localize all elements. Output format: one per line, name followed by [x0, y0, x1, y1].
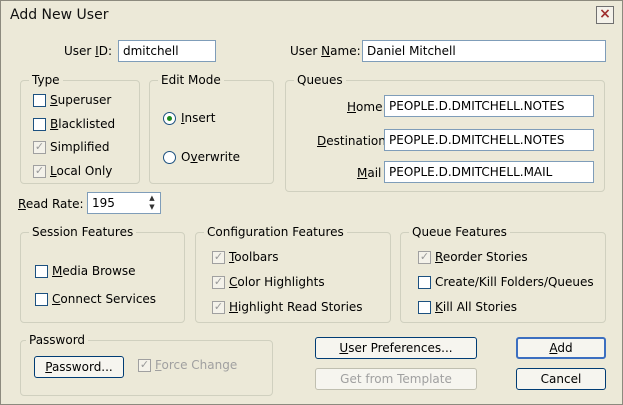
- queues-group-title: Queues: [294, 73, 346, 87]
- configuration-features-title: Configuration Features: [204, 225, 347, 239]
- read-rate-label: Read Rate:: [18, 197, 84, 211]
- dialog-content: User ID: dmitchell User Name: Daniel Mit…: [1, 31, 622, 404]
- title-bar[interactable]: Add New User ×: [1, 1, 622, 31]
- home-label: Home: [347, 100, 383, 114]
- user-id-label: User ID:: [64, 44, 113, 58]
- queues-group: Queues Home PEOPLE.D.DMITCHELL.NOTES Des…: [285, 73, 605, 192]
- media-browse-label: Media Browse: [52, 264, 136, 278]
- destination-label: Destination: [317, 134, 386, 148]
- simplified-checkbox[interactable]: ✓ Simplified: [33, 140, 109, 154]
- reorder-stories-label: Reorder Stories: [435, 250, 528, 264]
- radio-selected-icon: [163, 111, 176, 125]
- checkbox-box: [33, 93, 46, 107]
- superuser-checkbox[interactable]: Superuser: [33, 93, 111, 107]
- close-icon: ×: [599, 6, 611, 22]
- read-rate-value: 195: [92, 196, 115, 210]
- home-queue-input[interactable]: PEOPLE.D.DMITCHELL.NOTES: [384, 95, 594, 117]
- close-button[interactable]: ×: [596, 6, 614, 24]
- user-preferences-button[interactable]: User Preferences...: [315, 337, 477, 359]
- checkmark-icon: ✓: [212, 274, 225, 289]
- mail-queue-input[interactable]: PEOPLE.D.DMITCHELL.MAIL: [384, 161, 594, 183]
- destination-queue-input[interactable]: PEOPLE.D.DMITCHELL.NOTES: [384, 129, 594, 151]
- radio-unselected-icon: [163, 150, 176, 164]
- checkbox-box: [35, 292, 48, 306]
- add-button[interactable]: Add: [516, 337, 606, 359]
- checkmark-icon: ✓: [138, 357, 151, 372]
- create-kill-folders-label: Create/Kill Folders/Queues: [435, 275, 594, 289]
- create-kill-folders-checkbox[interactable]: Create/Kill Folders/Queues: [418, 275, 594, 289]
- highlight-read-stories-checkbox[interactable]: ✓ Highlight Read Stories: [212, 300, 363, 314]
- kill-all-stories-label: Kill All Stories: [435, 300, 517, 314]
- checkmark-icon: ✓: [418, 249, 431, 264]
- cancel-button[interactable]: Cancel: [516, 368, 606, 390]
- session-features-title: Session Features: [29, 225, 137, 239]
- type-group: Type Superuser Blacklisted ✓ Simplified …: [20, 73, 140, 184]
- kill-all-stories-checkbox[interactable]: Kill All Stories: [418, 300, 517, 314]
- toolbars-label: Toolbars: [229, 250, 279, 264]
- local-only-label: Local Only: [50, 164, 113, 178]
- simplified-label: Simplified: [50, 140, 110, 154]
- password-group-title: Password: [26, 333, 89, 347]
- checkmark-icon: ✓: [33, 163, 46, 178]
- read-rate-spinner[interactable]: 195 ▲ ▼: [87, 192, 161, 214]
- blacklisted-checkbox[interactable]: Blacklisted: [33, 117, 115, 131]
- edit-mode-group: Edit Mode Insert Overwrite: [149, 73, 274, 184]
- window-title: Add New User: [10, 7, 109, 23]
- password-group: Password Password... ✓ Force Change: [20, 333, 273, 396]
- reorder-stories-checkbox[interactable]: ✓ Reorder Stories: [418, 250, 528, 264]
- toolbars-checkbox[interactable]: ✓ Toolbars: [212, 250, 278, 264]
- type-group-title: Type: [29, 73, 63, 87]
- overwrite-radio[interactable]: Overwrite: [163, 150, 240, 164]
- user-name-input[interactable]: Daniel Mitchell: [362, 40, 606, 62]
- user-name-label: User Name:: [290, 44, 361, 58]
- queue-features-group: Queue Features ✓ Reorder Stories Create/…: [400, 225, 606, 323]
- media-browse-checkbox[interactable]: Media Browse: [35, 264, 136, 278]
- checkmark-icon: ✓: [212, 249, 225, 264]
- checkbox-box: [33, 117, 46, 131]
- insert-label: Insert: [181, 111, 216, 125]
- queue-features-title: Queue Features: [409, 225, 510, 239]
- checkmark-icon: ✓: [212, 299, 225, 314]
- checkbox-box: [35, 264, 48, 278]
- spinner-arrows-icon[interactable]: ▲ ▼: [146, 194, 158, 212]
- user-id-input[interactable]: dmitchell: [118, 40, 216, 62]
- insert-radio[interactable]: Insert: [163, 111, 215, 125]
- session-features-group: Session Features Media Browse Connect Se…: [20, 225, 185, 323]
- color-highlights-checkbox[interactable]: ✓ Color Highlights: [212, 275, 325, 289]
- force-change-label: Force Change: [155, 358, 238, 372]
- edit-mode-group-title: Edit Mode: [158, 73, 224, 87]
- force-change-checkbox[interactable]: ✓ Force Change: [138, 358, 237, 372]
- color-highlights-label: Color Highlights: [229, 275, 325, 289]
- checkbox-box: [418, 300, 431, 314]
- checkbox-box: [418, 275, 431, 289]
- superuser-label: Superuser: [50, 93, 112, 107]
- checkmark-icon: ✓: [33, 139, 46, 154]
- password-button[interactable]: Password...: [34, 356, 124, 378]
- connect-services-checkbox[interactable]: Connect Services: [35, 292, 156, 306]
- get-from-template-button[interactable]: Get from Template: [315, 368, 477, 390]
- configuration-features-group: Configuration Features ✓ Toolbars ✓ Colo…: [195, 225, 391, 323]
- blacklisted-label: Blacklisted: [50, 117, 116, 131]
- connect-services-label: Connect Services: [52, 292, 157, 306]
- overwrite-label: Overwrite: [181, 150, 241, 164]
- add-new-user-dialog: Add New User × User ID: dmitchell User N…: [0, 0, 623, 405]
- highlight-read-stories-label: Highlight Read Stories: [229, 300, 363, 314]
- local-only-checkbox[interactable]: ✓ Local Only: [33, 164, 112, 178]
- mail-label: Mail: [357, 166, 382, 180]
